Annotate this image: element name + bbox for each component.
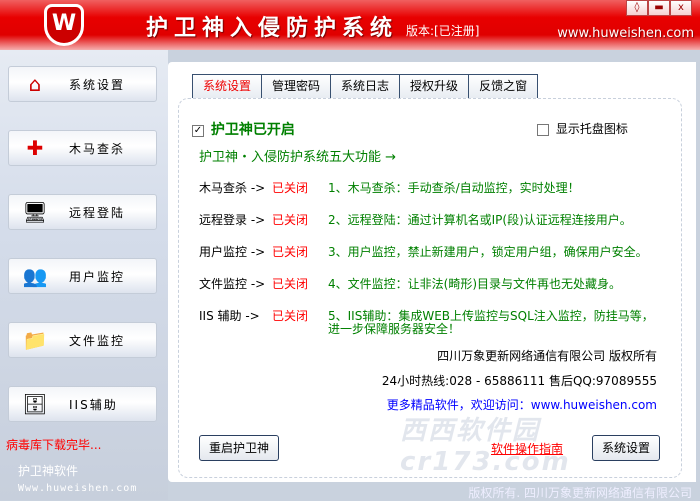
home-icon: ⌂ <box>28 72 42 96</box>
guide-link[interactable]: 软件操作指南 <box>491 440 563 457</box>
company-copyright: 四川万象更新网络通信有限公司 版权所有 <box>437 349 657 363</box>
brand-name: 护卫神软件 <box>18 464 79 478</box>
checkbox-unchecked[interactable] <box>537 123 549 136</box>
sidebar-item-file-monitor[interactable]: 📁 文件监控 <box>8 322 157 358</box>
tab-system-settings[interactable]: 系统设置 <box>192 74 262 99</box>
hotline: 24小时热线:028 - 65886111 售后QQ:97089555 <box>381 374 657 388</box>
site-url: www.huweishen.com <box>557 26 694 41</box>
feature-state[interactable]: 已关闭 <box>272 243 308 260</box>
remote-computer-icon: 🖥 <box>22 200 48 224</box>
sidebar-item-label: 系统设置 <box>69 77 126 92</box>
show-tray-icon-label: 显示托盘图标 <box>555 122 628 136</box>
feature-name: 用户监控 -> <box>199 245 266 259</box>
sidebar-item-label: 远程登陆 <box>69 205 126 220</box>
feature-state[interactable]: 已关闭 <box>272 307 308 324</box>
enable-protection-checkbox[interactable]: ✓ 护卫神已开启 <box>192 119 295 139</box>
checkbox-checked[interactable]: ✓ <box>192 124 204 137</box>
feature-name: 远程登录 -> <box>199 213 266 227</box>
tab-admin-password[interactable]: 管理密码 <box>261 74 331 99</box>
sidebar-item-label: 木马查杀 <box>69 141 126 156</box>
feature-name: 文件监控 -> <box>199 277 266 291</box>
feature-state[interactable]: 已关闭 <box>272 275 308 292</box>
tab-license-upgrade[interactable]: 授权升级 <box>399 74 469 99</box>
app-title: 护卫神入侵防护系统 <box>146 16 399 41</box>
footer-copyright: 版权所有. 四川万象更新网络通信有限公司 <box>468 486 692 500</box>
sidebar-item-iis-helper[interactable]: 🗄 IIS辅助 <box>8 386 157 422</box>
sidebar-item-user-monitor[interactable]: 👥 用户监控 <box>8 258 157 294</box>
close-button[interactable]: x <box>670 0 692 16</box>
medical-kit-icon: ✚ <box>26 136 44 160</box>
feature-state[interactable]: 已关闭 <box>272 211 308 228</box>
server-icon: 🗄 <box>22 392 48 416</box>
shield-logo-icon: W <box>44 4 84 46</box>
more-software-link[interactable]: 更多精品软件，欢迎访问：www.huweishen.com <box>387 396 657 413</box>
title-bar: W 护卫神入侵防护系统 版本:[已注册] www.huweishen.com ◊… <box>0 0 700 50</box>
feature-desc: 1、木马查杀：手动查杀/自动监控，实时处理！ <box>328 181 580 195</box>
brand-url: Www.huweishen.com <box>18 483 138 494</box>
version-label: 版本:[已注册] <box>406 24 480 38</box>
sidebar-item-label: 用户监控 <box>69 269 126 284</box>
features-heading: 护卫神・入侵防护系统五大功能 → <box>199 150 397 165</box>
feature-state[interactable]: 已关闭 <box>272 179 308 196</box>
tab-bar: 系统设置 管理密码 系统日志 授权升级 反馈之窗 <box>192 74 539 99</box>
folder-clock-icon: 📁 <box>22 328 48 352</box>
feature-desc: 2、远程登陆：通过计算机名或IP(段)认证远程连接用户。 <box>328 213 632 227</box>
restore-button[interactable]: ◊ <box>626 0 648 16</box>
restart-button[interactable]: 重启护卫神 <box>199 435 280 461</box>
feature-desc: 4、文件监控：让非法(畸形)目录与文件再也无处藏身。 <box>328 277 622 291</box>
tab-system-log[interactable]: 系统日志 <box>330 74 400 99</box>
feature-desc: 3、用户监控，禁止新建用户，锁定用户组，确保用户安全。 <box>328 245 648 259</box>
feature-name: 木马查杀 -> <box>199 181 266 195</box>
tab-feedback[interactable]: 反馈之窗 <box>468 74 539 99</box>
minimize-button[interactable]: ▬ <box>648 0 670 16</box>
users-icon: 👥 <box>22 264 48 288</box>
enable-protection-label: 护卫神已开启 <box>210 122 295 138</box>
feature-name: IIS 辅助 -> <box>199 309 260 323</box>
sidebar-item-system-settings[interactable]: ⌂ 系统设置 <box>8 66 157 102</box>
status-text: 病毒库下载完毕... <box>6 438 102 452</box>
sidebar: ⌂ 系统设置 ✚ 木马查杀 🖥 远程登陆 👥 用户监控 📁 文件监控 🗄 IIS辅助 <box>0 50 168 500</box>
sidebar-item-label: 文件监控 <box>69 333 126 348</box>
show-tray-icon-checkbox[interactable]: 显示托盘图标 <box>537 120 628 137</box>
feature-desc-continued: 进一步保障服务器安全！ <box>328 322 461 336</box>
system-settings-button[interactable]: 系统设置 <box>592 435 661 461</box>
sidebar-item-remote-login[interactable]: 🖥 远程登陆 <box>8 194 157 230</box>
sidebar-item-trojan-scan[interactable]: ✚ 木马查杀 <box>8 130 157 166</box>
sidebar-item-label: IIS辅助 <box>69 397 118 412</box>
